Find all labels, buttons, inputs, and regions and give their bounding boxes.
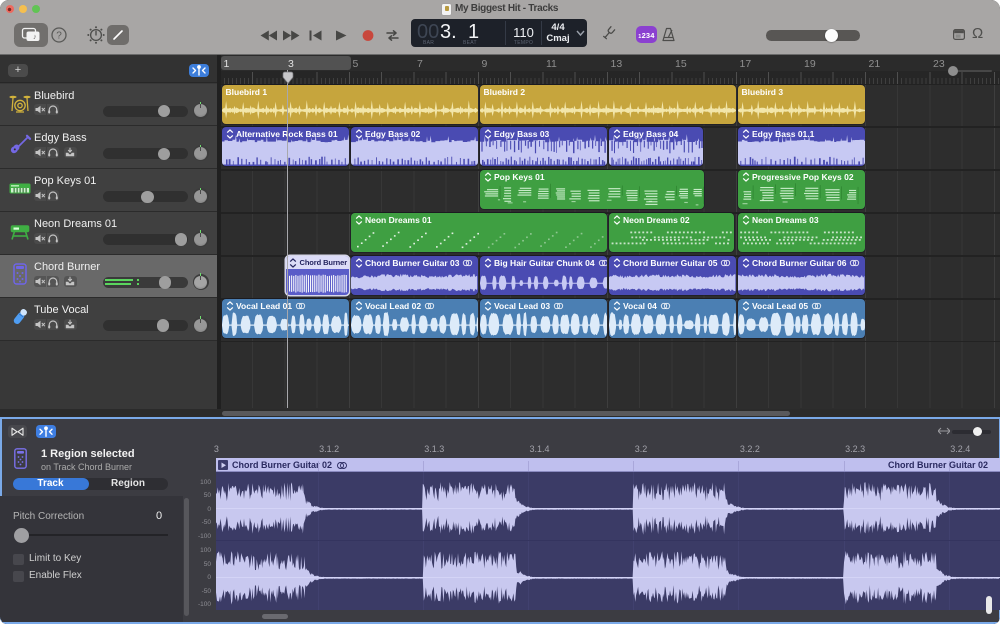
svg-text:?: ?: [56, 31, 62, 42]
svg-text:♪: ♪: [33, 32, 37, 41]
